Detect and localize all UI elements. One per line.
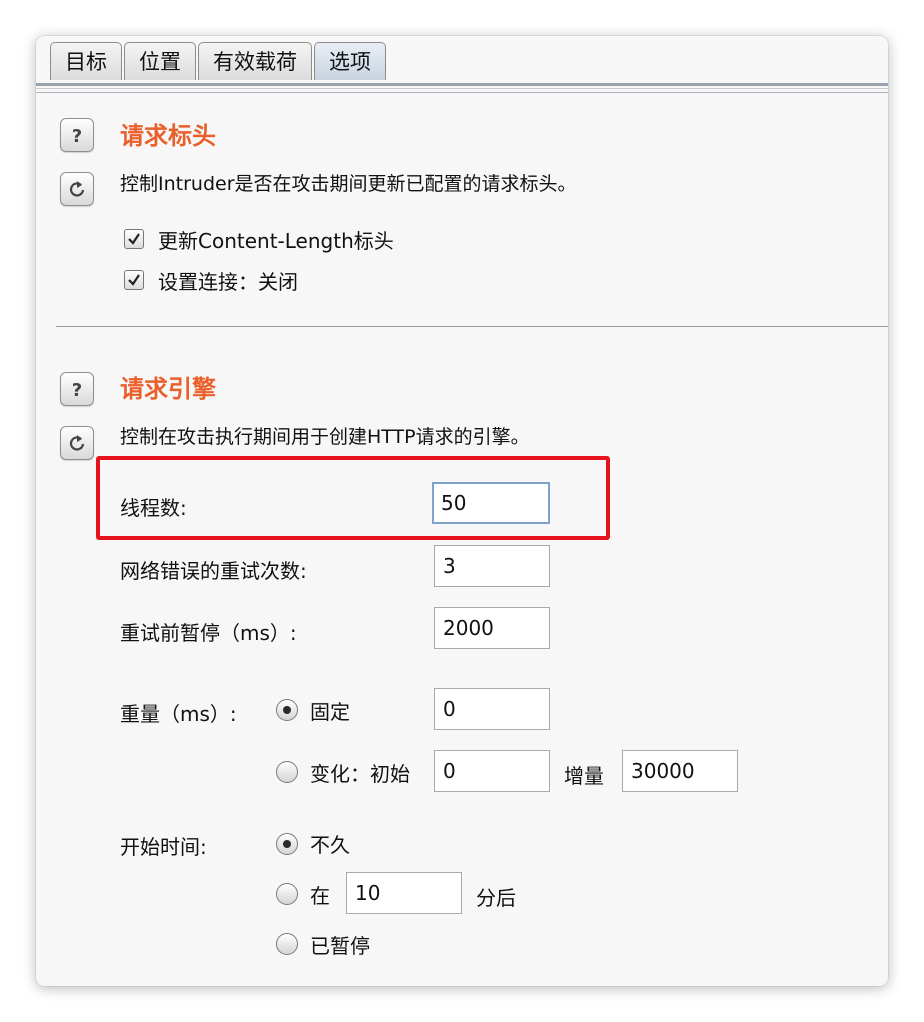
start-time-label: 开始时间: — [120, 835, 207, 859]
tab-payloads[interactable]: 有效载荷 — [198, 42, 312, 80]
start-in-minutes-input[interactable]: 10 — [346, 872, 462, 914]
throttle-variable-radio[interactable] — [276, 761, 298, 783]
throttle-increment-input[interactable]: 30000 — [622, 750, 738, 792]
set-connection-close-checkbox[interactable] — [124, 270, 144, 290]
help-icon[interactable]: ? — [60, 118, 94, 152]
help-icon[interactable]: ? — [60, 372, 94, 406]
request-engine-title: 请求引擎 — [120, 375, 216, 403]
throttle-fixed-input[interactable]: 0 — [434, 688, 550, 730]
set-connection-close-label: 设置连接：关闭 — [158, 270, 298, 294]
start-soon-label: 不久 — [310, 833, 350, 857]
throttle-increment-label: 增量 — [564, 764, 604, 788]
intruder-options-window: 目标 位置 有效载荷 选项 ? 请求标头 控制Intruder是否在攻击期间更新… — [36, 36, 888, 986]
throttle-variable-label: 变化：初始 — [310, 762, 410, 786]
throttle-label: 重量（ms）: — [120, 702, 237, 726]
start-paused-label: 已暂停 — [310, 934, 370, 958]
request-headers-title: 请求标头 — [120, 122, 216, 150]
reset-icon[interactable] — [60, 426, 94, 460]
section-divider — [56, 326, 888, 327]
tab-bar: 目标 位置 有效载荷 选项 — [50, 40, 388, 82]
start-in-suffix-label: 分后 — [476, 886, 516, 910]
throttle-fixed-label: 固定 — [310, 700, 350, 724]
start-in-label: 在 — [310, 884, 330, 908]
svg-text:?: ? — [72, 380, 82, 399]
request-engine-description: 控制在攻击执行期间用于创建HTTP请求的引擎。 — [120, 426, 530, 448]
throttle-variable-start-input[interactable]: 0 — [434, 750, 550, 792]
svg-text:?: ? — [72, 126, 82, 145]
tab-options[interactable]: 选项 — [314, 42, 386, 80]
start-soon-radio[interactable] — [276, 833, 298, 855]
retries-input[interactable]: 3 — [434, 545, 550, 587]
tab-target[interactable]: 目标 — [50, 42, 122, 80]
highlight-box — [96, 456, 610, 540]
tab-underline-dark — [36, 92, 888, 93]
start-paused-radio[interactable] — [276, 933, 298, 955]
tab-underline-light — [36, 88, 888, 89]
throttle-fixed-radio[interactable] — [276, 699, 298, 721]
request-headers-description: 控制Intruder是否在攻击期间更新已配置的请求标头。 — [120, 173, 577, 195]
update-content-length-label: 更新Content-Length标头 — [158, 229, 394, 253]
reset-icon[interactable] — [60, 172, 94, 206]
start-in-radio[interactable] — [276, 883, 298, 905]
pause-before-retry-input[interactable]: 2000 — [434, 607, 550, 649]
tab-underline — [36, 83, 888, 86]
retries-label: 网络错误的重试次数: — [120, 559, 307, 583]
tab-positions[interactable]: 位置 — [124, 42, 196, 80]
pause-before-retry-label: 重试前暂停（ms）: — [120, 621, 297, 645]
update-content-length-checkbox[interactable] — [124, 229, 144, 249]
